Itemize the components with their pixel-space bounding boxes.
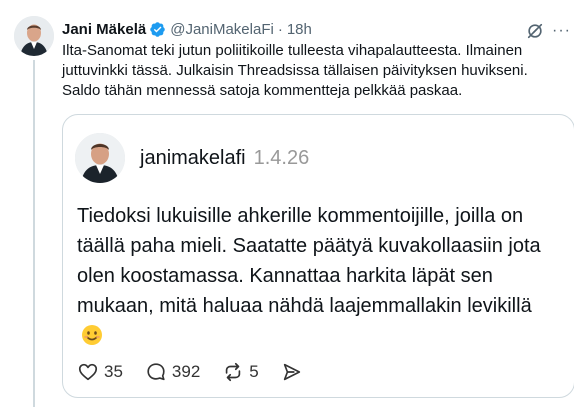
repost-button[interactable]: 5 [222, 361, 259, 383]
quoted-avatar[interactable] [75, 133, 125, 183]
smiling-face-icon [81, 324, 103, 346]
heart-icon [78, 363, 98, 381]
thread-line [33, 60, 35, 407]
quoted-actions: 35 392 5 [77, 359, 330, 385]
like-button[interactable]: 35 [77, 361, 123, 383]
comment-icon [147, 363, 165, 381]
avatar-photo [14, 16, 54, 56]
grok-icon[interactable] [526, 22, 544, 40]
author-name[interactable]: Jani Mäkelä [62, 21, 146, 38]
share-button[interactable] [281, 361, 308, 383]
like-count: 35 [104, 362, 123, 381]
quoted-text-block: Tiedoksi lukuisille ahkerille kommentoij… [77, 201, 547, 351]
more-options-icon[interactable]: ··· [552, 22, 574, 40]
send-icon [283, 363, 300, 381]
separator-dot: · [277, 20, 283, 38]
quoted-text: Tiedoksi lukuisille ahkerille kommentoij… [77, 205, 541, 317]
repost-icon [226, 362, 241, 382]
repost-count: 5 [249, 362, 259, 381]
quoted-avatar-photo [75, 133, 125, 183]
quoted-header: janimakelafi 1.4.26 [140, 147, 309, 170]
reply-count: 392 [171, 362, 201, 381]
tweet-header: Jani Mäkelä @JaniMakelaFi · 18h [62, 18, 560, 40]
author-handle[interactable]: @JaniMakelaFi [170, 21, 274, 38]
verified-badge-icon [149, 21, 166, 38]
quoted-post-card[interactable]: janimakelafi 1.4.26 Tiedoksi lukuisille a… [62, 114, 574, 398]
avatar[interactable] [14, 16, 54, 56]
tweet-text: Ilta-Sanomat teki jutun poliitikoille tu… [62, 42, 528, 99]
timestamp[interactable]: 18h [287, 21, 312, 38]
quoted-username[interactable]: janimakelafi [140, 147, 246, 169]
quoted-date: 1.4.26 [253, 147, 310, 169]
reply-button[interactable]: 392 [145, 361, 200, 383]
